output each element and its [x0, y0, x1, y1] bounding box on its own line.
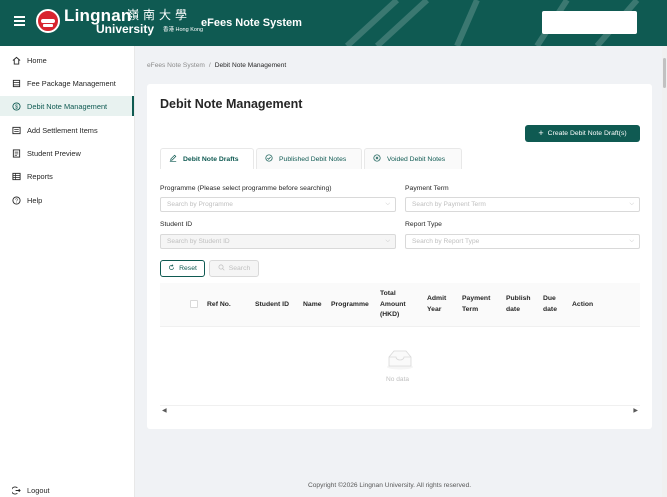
column-header: Publish date	[506, 295, 531, 313]
sidebar-item-label: Reports	[27, 171, 53, 181]
search-label: Search	[228, 265, 251, 272]
chevron-down-icon: ⌵	[385, 238, 390, 244]
scrollbar-thumb[interactable]	[663, 58, 666, 88]
tab-voided-debit-notes[interactable]: Voided Debit Notes	[364, 148, 462, 169]
breadcrumb-current: Debit Note Management	[214, 62, 287, 69]
page-title: Debit Note Management	[160, 97, 303, 111]
empty-inbox-icon	[387, 350, 413, 370]
tab-bar: Debit Note Drafts Published Debit Notes …	[160, 148, 464, 169]
tab-published-debit-notes[interactable]: Published Debit Notes	[256, 148, 362, 169]
column-header: Payment Term	[462, 295, 491, 313]
sidebar-item-fee-package[interactable]: Fee Package Management	[0, 73, 134, 93]
package-icon	[12, 79, 21, 88]
scroll-left-icon[interactable]: ◀	[162, 407, 167, 414]
app-title: eFees Note System	[201, 17, 302, 29]
tab-label: Voided Debit Notes	[387, 155, 446, 163]
student-id-label: Student ID	[160, 221, 193, 228]
breadcrumb-separator: /	[208, 62, 211, 69]
close-circle-icon	[373, 154, 381, 164]
scroll-right-icon[interactable]: ▶	[633, 407, 638, 414]
report-type-select[interactable]: Search by Report Type ⌵	[405, 234, 640, 249]
payment-term-placeholder: Search by Payment Term	[412, 201, 486, 208]
column-header: Programme	[331, 301, 369, 308]
column-header: Due date	[543, 295, 557, 313]
column-header: Ref No.	[207, 301, 231, 308]
reset-icon	[168, 264, 175, 273]
table-horizontal-scrollbar[interactable]: ◀ ▶	[160, 405, 640, 415]
svg-text:$: $	[15, 104, 18, 110]
chevron-down-icon: ⌵	[629, 201, 634, 207]
sidebar-item-settlement[interactable]: Add Settlement Items	[0, 120, 134, 140]
sidebar: Home Fee Package Management $ Debit Note…	[0, 46, 135, 497]
sidebar-item-label: Home	[27, 55, 47, 65]
sidebar-item-student-preview[interactable]: Student Preview	[0, 143, 134, 163]
payment-term-select[interactable]: Search by Payment Term ⌵	[405, 197, 640, 212]
tab-label: Debit Note Drafts	[183, 155, 239, 163]
question-icon: ?	[12, 195, 21, 205]
table-icon	[12, 172, 21, 181]
logo-university: University	[96, 22, 155, 36]
menu-toggle-icon[interactable]	[14, 16, 25, 26]
plus-icon: +	[538, 128, 544, 138]
select-all-checkbox[interactable]	[190, 300, 198, 308]
chevron-down-icon: ⌵	[385, 201, 390, 207]
document-icon	[12, 148, 21, 158]
sidebar-item-help[interactable]: ? Help	[0, 190, 134, 210]
sidebar-item-label: Add Settlement Items	[27, 125, 98, 135]
logout-icon	[11, 486, 21, 495]
sidebar-item-label: Fee Package Management	[27, 78, 116, 88]
dollar-circle-icon: $	[12, 101, 21, 111]
chevron-down-icon: ⌵	[629, 238, 634, 244]
column-header: Total Amount (HKD)	[380, 290, 406, 318]
svg-text:?: ?	[15, 198, 18, 204]
student-id-select[interactable]: Search by Student ID ⌵	[160, 234, 396, 249]
report-type-label: Report Type	[405, 221, 442, 228]
column-header: Action	[572, 301, 594, 308]
logo-chinese-name: 嶺南大學	[127, 8, 192, 22]
create-debit-note-draft-button[interactable]: + Create Debit Note Draft(s)	[525, 125, 640, 142]
programme-placeholder: Search by Programme	[167, 201, 233, 208]
programme-select[interactable]: Search by Programme ⌵	[160, 197, 396, 212]
column-header: Admit Year	[427, 295, 447, 313]
logout-button[interactable]: Logout	[11, 486, 50, 495]
home-icon	[12, 56, 21, 65]
table-header: Ref No. Student ID Name Programme Total …	[160, 283, 640, 327]
university-logo-icon	[36, 9, 60, 33]
sidebar-item-label: Debit Note Management	[27, 101, 108, 111]
page-scrollbar[interactable]	[662, 46, 667, 497]
sidebar-item-reports[interactable]: Reports	[0, 166, 134, 186]
logout-label: Logout	[27, 486, 50, 495]
app-header: Lingnan 嶺南大學 University 香港 Hong Kong eFe…	[0, 0, 667, 46]
footer-copyright: Copyright ©2026 Lingnan University. All …	[308, 482, 472, 489]
edit-icon	[169, 154, 177, 164]
empty-state-text: No data	[386, 376, 410, 383]
reset-label: Reset	[179, 265, 197, 272]
sidebar-item-label: Student Preview	[27, 148, 81, 158]
logo-hongkong: 香港 Hong Kong	[163, 27, 204, 33]
breadcrumb: eFees Note System / Debit Note Management	[147, 62, 286, 69]
tab-debit-note-drafts[interactable]: Debit Note Drafts	[160, 148, 254, 169]
payment-term-label: Payment Term	[405, 185, 449, 192]
sidebar-item-home[interactable]: Home	[0, 50, 134, 70]
sidebar-item-debit-note[interactable]: $ Debit Note Management	[0, 96, 134, 116]
report-type-placeholder: Search by Report Type	[412, 238, 480, 245]
programme-label: Programme (Please select programme befor…	[160, 185, 332, 192]
breadcrumb-root[interactable]: eFees Note System	[147, 62, 205, 69]
tab-label: Published Debit Notes	[279, 155, 347, 163]
check-circle-icon	[265, 154, 273, 164]
column-header: Student ID	[255, 301, 289, 308]
list-icon	[12, 126, 21, 135]
user-info-box[interactable]	[542, 11, 637, 34]
main-card: Debit Note Management + Create Debit Not…	[147, 84, 652, 429]
sidebar-item-label: Help	[27, 195, 43, 205]
create-button-label: Create Debit Note Draft(s)	[547, 130, 627, 137]
column-header: Name	[303, 301, 322, 308]
reset-button[interactable]: Reset	[160, 260, 205, 277]
search-button[interactable]: Search	[209, 260, 259, 277]
student-id-placeholder: Search by Student ID	[167, 238, 230, 245]
search-icon	[218, 264, 225, 273]
